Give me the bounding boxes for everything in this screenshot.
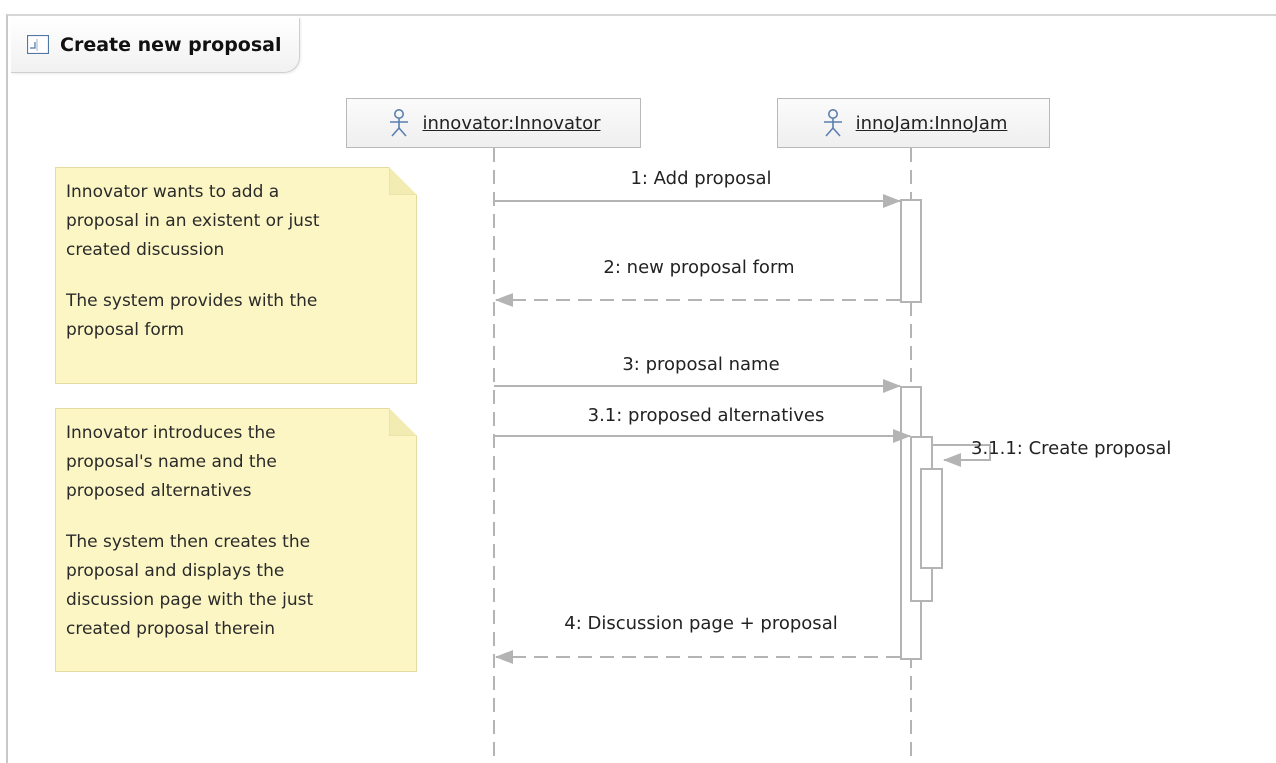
- note-1[interactable]: Innovator wants to add a proposal in an …: [55, 167, 417, 384]
- activation-bar: [900, 199, 922, 303]
- message-label-3-1-1: 3.1.1: Create proposal: [971, 438, 1172, 459]
- message-label-3-1: 3.1: proposed alternatives: [587, 405, 825, 426]
- note-fold-icon: [389, 408, 417, 436]
- note-2[interactable]: Innovator introduces the proposal's name…: [55, 408, 417, 672]
- message-label-2: 2: new proposal form: [603, 257, 795, 278]
- note-text: The system provides with the proposal fo…: [66, 291, 318, 340]
- activation-bar: [920, 468, 943, 569]
- note-text: Innovator wants to add a proposal in an …: [66, 182, 320, 260]
- message-label-3: 3: proposal name: [622, 354, 780, 375]
- note-fold-icon: [389, 167, 417, 195]
- message-label-1: 1: Add proposal: [630, 168, 772, 189]
- note-text: The system then creates the proposal and…: [66, 532, 314, 639]
- note-text: Innovator introduces the proposal's name…: [66, 423, 277, 501]
- message-label-4: 4: Discussion page + proposal: [564, 613, 838, 634]
